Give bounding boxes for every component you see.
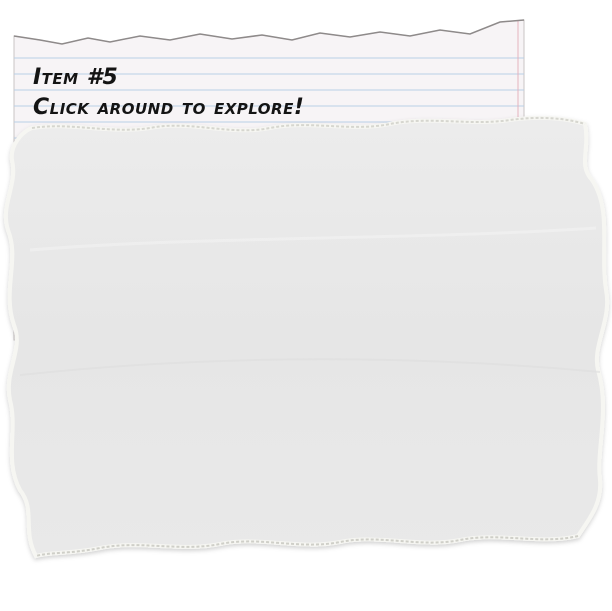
game-stage: Item #5 Click around to explore! bbox=[0, 0, 612, 611]
explore-hint: Click around to explore! bbox=[33, 95, 305, 120]
torn-paper-click-area[interactable] bbox=[40, 150, 580, 540]
item-title: Item #5 bbox=[33, 65, 119, 90]
